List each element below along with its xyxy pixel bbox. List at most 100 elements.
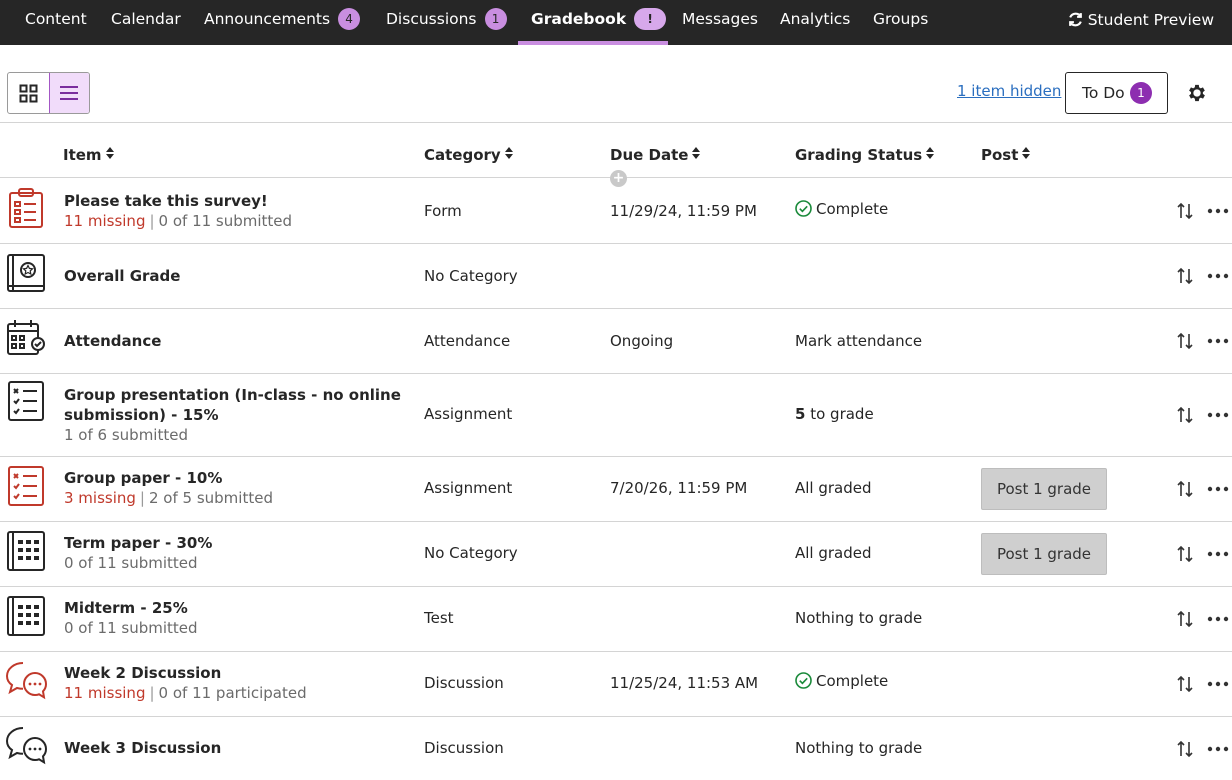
item-due-date: Ongoing	[610, 332, 674, 350]
tab-messages[interactable]: Messages	[682, 0, 758, 45]
item-due-date: 11/29/24, 11:59 PM	[610, 202, 757, 220]
column-header-item[interactable]: Item	[63, 146, 114, 164]
grading-status-label: to grade	[810, 405, 874, 423]
column-header-label: Post	[981, 146, 1019, 164]
tab-gradebook[interactable]: Gradebook!	[531, 0, 667, 45]
separator: |	[139, 489, 145, 507]
item-category: Assignment	[424, 479, 513, 497]
more-options-icon[interactable]	[1207, 680, 1229, 688]
reorder-icon[interactable]	[1176, 202, 1194, 220]
column-header-category[interactable]: Category	[424, 146, 513, 164]
item-category: Test	[424, 609, 454, 627]
column-header-post[interactable]: Post	[981, 146, 1031, 164]
student-preview-label: Student Preview	[1087, 11, 1214, 29]
list-view-button[interactable]	[48, 73, 89, 113]
gradebook-row: Week 3 Discussion Discussion Nothing to …	[0, 717, 1232, 780]
sort-icon	[105, 147, 114, 159]
reorder-icon[interactable]	[1176, 740, 1194, 758]
post-grades-button[interactable]: Post 1 grade	[981, 533, 1107, 575]
tab-discussions[interactable]: Discussions 1	[386, 0, 507, 45]
gradebook-row: Attendance Attendance Ongoing Mark atten…	[0, 309, 1232, 374]
todo-button[interactable]: To Do 1	[1065, 72, 1168, 114]
column-header-due-date[interactable]: Due Date	[610, 146, 701, 164]
grading-status[interactable]: 5 to grade	[795, 405, 874, 423]
item-due-date: 11/25/24, 11:53 AM	[610, 674, 759, 692]
grading-status-label: Complete	[816, 200, 889, 218]
separator: |	[149, 212, 155, 230]
discussion-bubbles-icon	[5, 727, 47, 765]
submitted-count: 0 of 11 submitted	[64, 619, 198, 637]
item-title[interactable]: Please take this survey!	[64, 191, 268, 211]
more-options-icon[interactable]	[1207, 272, 1229, 280]
reorder-icon[interactable]	[1176, 545, 1194, 563]
reorder-icon[interactable]	[1176, 610, 1194, 628]
item-due-date: 7/20/26, 11:59 PM	[610, 479, 748, 497]
more-options-icon[interactable]	[1207, 550, 1229, 558]
item-title[interactable]: Term paper - 30%	[64, 533, 212, 553]
item-title[interactable]: Week 2 Discussion	[64, 663, 221, 683]
more-options-icon[interactable]	[1207, 745, 1229, 753]
item-category: Discussion	[424, 739, 504, 757]
submitted-count: 0 of 11 submitted	[158, 212, 293, 230]
item-category: No Category	[424, 267, 518, 285]
missing-count: 11 missing	[64, 212, 146, 230]
column-header-label: Grading Status	[795, 146, 923, 164]
separator: |	[149, 684, 155, 702]
tab-groups[interactable]: Groups	[873, 0, 928, 45]
active-tab-indicator	[518, 41, 668, 45]
missing-count: 3 missing	[64, 489, 136, 507]
grading-status-label: Complete	[816, 672, 889, 690]
discussion-bubbles-icon	[5, 662, 47, 700]
more-options-icon[interactable]	[1207, 615, 1229, 623]
sort-icon	[926, 147, 935, 159]
missing-count: 11 missing	[64, 684, 146, 702]
tab-analytics[interactable]: Analytics	[780, 0, 850, 45]
column-header-grading-status[interactable]: Grading Status	[795, 146, 935, 164]
gradebook-row: Term paper - 30% 0 of 11 submitted No Ca…	[0, 522, 1232, 587]
tab-label: Analytics	[780, 10, 851, 28]
grading-status: Nothing to grade	[795, 609, 923, 627]
post-grades-button[interactable]: Post 1 grade	[981, 468, 1107, 510]
survey-icon	[9, 188, 43, 228]
item-title[interactable]: Attendance	[64, 331, 161, 351]
gear-icon[interactable]	[1186, 82, 1208, 104]
reorder-icon[interactable]	[1176, 406, 1194, 424]
participated-count: 0 of 11 participated	[158, 684, 307, 702]
more-options-icon[interactable]	[1207, 337, 1229, 345]
gradebook-row: Group presentation (In-class - no online…	[0, 374, 1232, 457]
tab-announcements[interactable]: Announcements 4	[204, 0, 361, 45]
gradebook-row: Group paper - 10% 3 missing | 2 of 5 submi…	[0, 457, 1232, 522]
tab-content[interactable]: Content	[25, 0, 87, 45]
more-options-icon[interactable]	[1207, 411, 1229, 419]
item-title[interactable]: Group presentation (In-class - no online…	[64, 385, 401, 425]
more-options-icon[interactable]	[1207, 485, 1229, 493]
item-title[interactable]: Group paper - 10%	[64, 468, 222, 488]
grading-status: Complete	[795, 672, 888, 690]
item-title[interactable]: Overall Grade	[64, 266, 180, 286]
item-title[interactable]: Midterm - 25%	[64, 598, 188, 618]
reorder-icon[interactable]	[1176, 332, 1194, 350]
student-preview-button[interactable]: Student Preview	[1067, 0, 1214, 40]
more-options-icon[interactable]	[1207, 207, 1229, 215]
grading-status: All graded	[795, 479, 872, 497]
item-title[interactable]: Week 3 Discussion	[64, 738, 221, 758]
item-category: Discussion	[424, 674, 504, 692]
tab-label: Discussions	[386, 10, 477, 28]
tab-calendar[interactable]: Calendar	[111, 0, 181, 45]
check-circle-icon	[795, 672, 812, 689]
column-header-label: Item	[63, 146, 102, 164]
reorder-icon[interactable]	[1176, 267, 1194, 285]
hidden-items-link[interactable]: 1 item hidden	[957, 82, 1061, 100]
reorder-icon[interactable]	[1176, 675, 1194, 693]
reorder-icon[interactable]	[1176, 480, 1194, 498]
item-submission-summary: 11 missing | 0 of 11 submitted	[64, 211, 292, 231]
gradebook-row: Week 2 Discussion 11 missing | 0 of 11 par…	[0, 652, 1232, 717]
assignment-checklist-icon	[8, 381, 44, 421]
mark-attendance-link[interactable]: Mark attendance	[795, 332, 922, 350]
item-category: Assignment	[424, 405, 513, 423]
gradebook-alert-badge: !	[634, 8, 667, 30]
submitted-count: 0 of 11 submitted	[64, 554, 198, 572]
item-title-line: submission) - 15%	[64, 406, 219, 424]
tab-label: Gradebook	[531, 10, 627, 28]
grid-view-button[interactable]	[8, 73, 49, 113]
